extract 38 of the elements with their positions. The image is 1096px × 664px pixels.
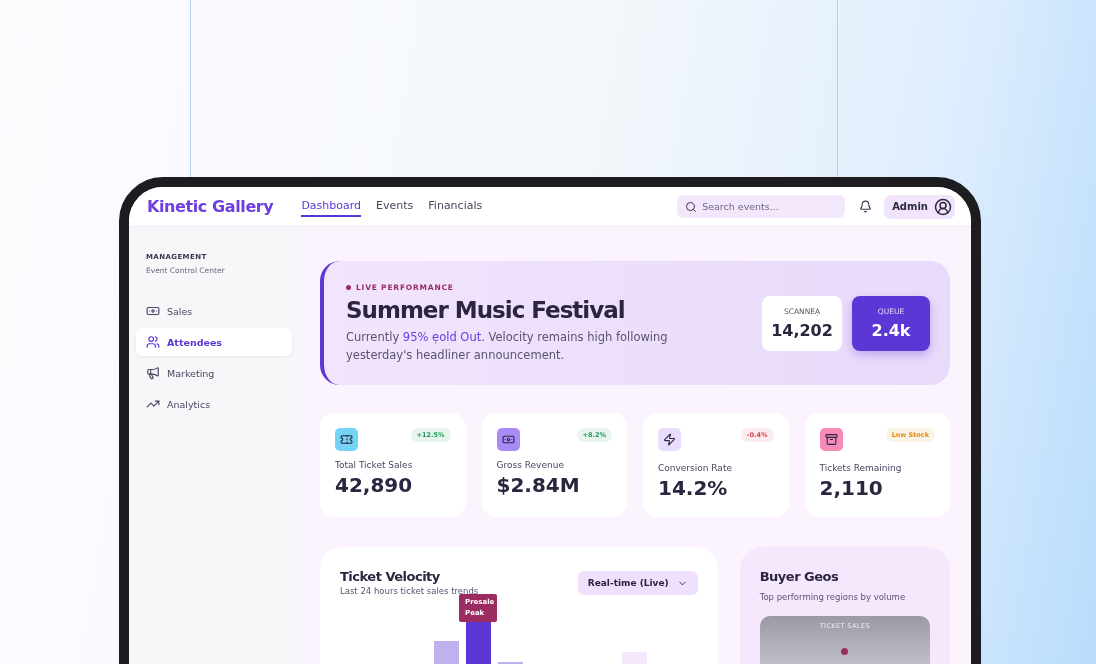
sidebar-item[interactable]: Attendees — [136, 328, 292, 356]
panel-subtitle: Top performing regions by volume — [759, 592, 907, 602]
nav-tab[interactable]: Dashboard — [301, 196, 362, 217]
metric-label: Gross Revenue — [496, 460, 565, 470]
metric-label: Conversion Rate — [658, 463, 733, 473]
sidebar-item[interactable]: Marketing — [136, 359, 292, 387]
range-dropdown[interactable]: Real-time (Live) — [577, 571, 698, 595]
nav-tab[interactable]: Events — [376, 196, 414, 217]
search-field[interactable]: Search events... — [677, 195, 846, 218]
metric-icon — [819, 428, 843, 451]
sidebar-item-icon — [146, 335, 160, 349]
panel-title: Buyer Geos — [759, 569, 839, 584]
metric-icon — [496, 428, 520, 451]
sidebar-item-icon — [146, 304, 160, 318]
panel-title: Ticket Velocity — [340, 569, 440, 584]
sidebar-item[interactable]: Sales — [136, 297, 292, 325]
chart-bar — [434, 641, 459, 664]
metric-icon — [658, 428, 681, 451]
user-icon — [934, 197, 952, 216]
metric-icon — [335, 428, 358, 451]
metric-value: 42,890 — [335, 473, 414, 497]
metric-label: Tickets Remaining — [819, 463, 903, 473]
user-menu-button[interactable]: Admin — [884, 194, 955, 219]
sidebar-item-icon — [146, 366, 160, 380]
brand-logo[interactable]: Kinetic Gallery — [147, 197, 274, 216]
map-pin-icon — [841, 648, 849, 655]
search-icon — [685, 201, 698, 213]
metric-label: Total Ticket Sales — [335, 460, 414, 470]
nav-tab[interactable]: Financials — [428, 196, 483, 217]
metric-value: $2.84M — [496, 473, 581, 497]
event-title: Summer Music Festival — [346, 296, 626, 323]
metric-value: 14.2% — [658, 476, 729, 500]
chart-bar — [466, 620, 491, 664]
event-description: Currently 95% ẹold Out. Velocity remains high following yesterday's headliner announcement. — [346, 328, 669, 364]
sidebar-item[interactable]: Analytics — [136, 390, 292, 418]
metric-value: 2,110 — [819, 476, 884, 500]
notification-button[interactable] — [859, 200, 873, 213]
panel-subtitle: Last 24 hours ticket sales trends — [340, 586, 480, 596]
